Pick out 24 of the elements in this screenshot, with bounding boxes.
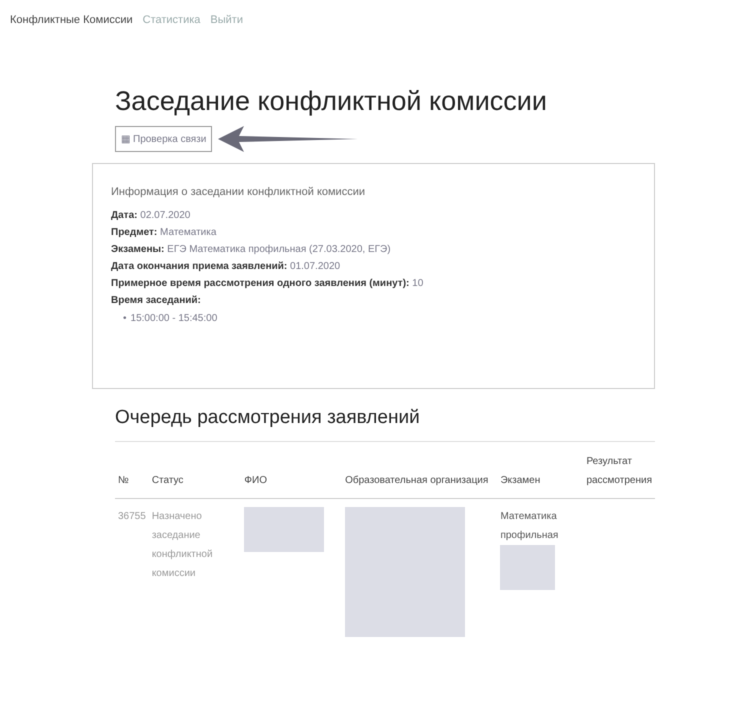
column-header: Образовательная организация xyxy=(342,442,498,498)
bullet-icon: • xyxy=(123,312,127,326)
column-header: Результат рассмотрения xyxy=(583,442,655,498)
panel-heading: Информация о заседании конфликтной комиссии xyxy=(111,186,366,198)
nav-link[interactable]: Статистика xyxy=(142,14,200,26)
column-header: № xyxy=(115,442,149,498)
info-line: Дата окончания приема заявлений: 01.07.2020 xyxy=(111,261,342,272)
section-title: Очередь рассмотрения заявлений xyxy=(115,407,421,429)
time-slot: 15:00:00 - 15:45:00 xyxy=(130,312,218,326)
connection-check-button[interactable]: ▦ Проверка связи xyxy=(115,126,212,152)
table-cell-text: Математика профильная xyxy=(500,510,560,543)
info-line: Предмет: Математика xyxy=(111,227,218,238)
column-header: Экзамен xyxy=(497,442,584,498)
page-title: Заседание конфликтной комиссии xyxy=(115,86,548,117)
column-header: ФИО xyxy=(241,442,342,498)
info-line: Время заседаний: xyxy=(111,295,202,306)
brand-link[interactable]: Конфликтные Комиссии xyxy=(10,14,133,26)
column-header: Статус xyxy=(148,442,242,498)
nav-link[interactable]: Выйти xyxy=(210,14,243,26)
table-cell-text: Назначено заседание конфликтной комиссии xyxy=(152,510,214,581)
table-cell-text: 36755 xyxy=(118,510,146,524)
info-line: Примерное время рассмотрения одного заявления (минут): 10 xyxy=(111,278,424,289)
info-line: Дата: 02.07.2020 xyxy=(111,210,192,221)
info-line: Экзамены: ЕГЭ Математика профильная (27.03.2020, ЕГЭ) xyxy=(111,244,392,255)
